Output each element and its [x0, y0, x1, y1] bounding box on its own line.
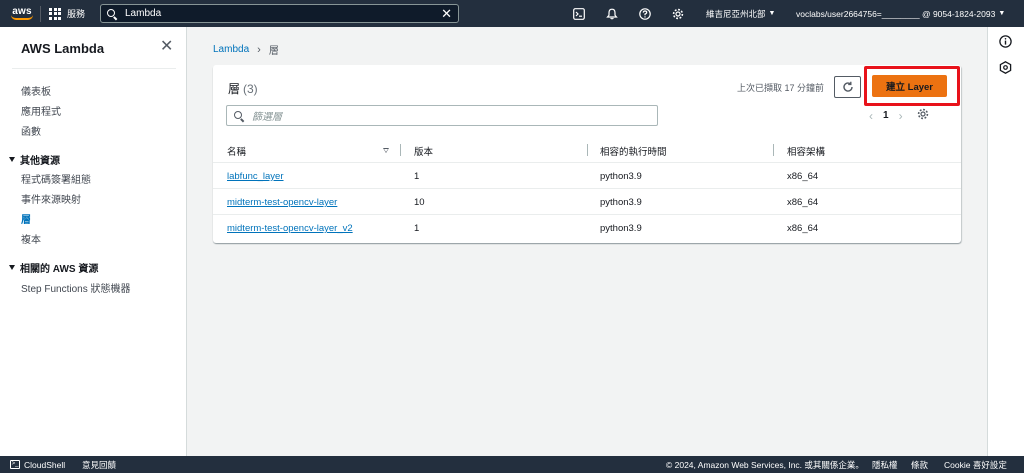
sort-descending-icon[interactable]: [383, 148, 389, 153]
layer-runtime: python3.9: [600, 171, 642, 182]
panel-count: (3): [243, 82, 258, 96]
sidebar-item-dashboard[interactable]: 儀表板: [21, 83, 51, 98]
breadcrumb-current: 層: [268, 46, 279, 57]
layer-version: 1: [414, 171, 420, 182]
sidebar-title[interactable]: AWS Lambda: [21, 41, 104, 56]
help-icon[interactable]: [634, 0, 656, 27]
column-header-version[interactable]: 版本: [414, 144, 433, 158]
hexagon-settings-icon[interactable]: [999, 61, 1012, 74]
chevron-left-icon[interactable]: ‹: [869, 109, 873, 123]
layer-architecture: x86_64: [787, 223, 819, 234]
layer-architecture: x86_64: [787, 171, 819, 182]
info-icon[interactable]: [999, 35, 1012, 48]
sidebar-divider: [12, 68, 176, 69]
logo-smile-icon: [11, 15, 33, 20]
filter-layers-input[interactable]: 篩選層: [226, 105, 658, 126]
layer-name-link[interactable]: labfunc_layer: [227, 171, 284, 182]
sidebar-item-applications[interactable]: 應用程式: [21, 103, 61, 118]
caret-down-icon: [9, 265, 15, 270]
search-value[interactable]: Lambda: [125, 8, 441, 19]
aws-logo[interactable]: aws: [0, 0, 40, 27]
gear-icon[interactable]: [917, 108, 929, 123]
sidebar-item-event-source-mappings[interactable]: 事件來源映射: [21, 191, 81, 206]
breadcrumb-lambda-link[interactable]: Lambda: [213, 44, 249, 55]
table-row: midterm-test-opencv-layer 10 python3.9 x…: [213, 189, 961, 215]
terms-link[interactable]: 條款: [911, 456, 928, 473]
account-label: voclabs/user2664756=________ @ 9054-1824…: [796, 8, 996, 19]
create-layer-button[interactable]: 建立 Layer: [872, 75, 947, 97]
cloudshell-label: CloudShell: [24, 459, 66, 470]
last-fetched-text: 上次已擷取 17 分鐘前: [737, 83, 825, 93]
panel-title-text: 層: [228, 82, 241, 96]
layer-architecture: x86_64: [787, 197, 819, 208]
copyright-text: © 2024, Amazon Web Services, Inc. 或其關係企業…: [666, 459, 864, 470]
region-label: 維吉尼亞州北部: [706, 8, 766, 19]
caret-down-icon: ▼: [768, 10, 776, 17]
sidebar-item-layers[interactable]: 層: [21, 211, 31, 226]
sidebar-item-replicas[interactable]: 複本: [21, 231, 41, 246]
section-label: 其他資源: [20, 156, 60, 167]
panel-title: 層 (3): [228, 80, 258, 97]
refresh-button[interactable]: [834, 76, 861, 98]
column-header-name[interactable]: 名稱: [227, 144, 246, 158]
sidebar: AWS Lambda ✕ 儀表板 應用程式 函數 其他資源 程式碼簽署組態 事件…: [0, 27, 187, 456]
layer-runtime: python3.9: [600, 197, 642, 208]
cloudshell-icon[interactable]: [568, 0, 590, 27]
privacy-link[interactable]: 隱私權: [872, 456, 898, 473]
pagination: ‹ 1 ›: [869, 108, 929, 123]
column-divider: [773, 144, 774, 156]
breadcrumb: Lambda › 層: [213, 42, 279, 58]
sidebar-section-other-resources[interactable]: 其他資源: [9, 152, 60, 167]
search-icon: [107, 8, 117, 19]
layer-version: 1: [414, 223, 420, 234]
top-navigation: aws 服務 Lambda ✕ 維吉尼亞州北部 ▼ voclabs/user26…: [0, 0, 1024, 27]
feedback-link[interactable]: 意見回饋: [82, 456, 116, 473]
layer-name-link[interactable]: midterm-test-opencv-layer_v2: [227, 223, 353, 234]
page-number[interactable]: 1: [883, 110, 889, 121]
column-divider: [400, 144, 401, 156]
gear-icon[interactable]: [667, 0, 689, 27]
table-header: 名稱 版本 相容的執行時間 相容架構: [213, 137, 961, 163]
layer-name-link[interactable]: midterm-test-opencv-layer: [227, 197, 337, 208]
sidebar-item-functions[interactable]: 函數: [21, 123, 41, 138]
column-header-runtime[interactable]: 相容的執行時間: [600, 144, 667, 158]
refresh-icon: [842, 81, 853, 92]
right-utility-rail: [987, 27, 1024, 456]
table-row: midterm-test-opencv-layer_v2 1 python3.9…: [213, 215, 961, 241]
bell-icon[interactable]: [601, 0, 623, 27]
cloudshell-icon: >_: [10, 460, 20, 469]
section-label: 相關的 AWS 資源: [20, 264, 99, 275]
caret-down-icon: [9, 157, 15, 162]
layer-runtime: python3.9: [600, 223, 642, 234]
services-label: 服務: [67, 9, 86, 19]
search-icon: [234, 110, 244, 121]
layers-table: 名稱 版本 相容的執行時間 相容架構 labfunc_layer 1 pytho…: [213, 137, 961, 241]
cloudshell-button[interactable]: >_ CloudShell: [10, 456, 65, 473]
column-divider: [587, 144, 588, 156]
table-row: labfunc_layer 1 python3.9 x86_64: [213, 163, 961, 189]
filter-placeholder: 篩選層: [252, 112, 282, 123]
clear-search-icon[interactable]: ✕: [441, 7, 452, 20]
services-menu-button[interactable]: 服務: [41, 0, 93, 27]
layers-panel: 層 (3) 上次已擷取 17 分鐘前 建立 Layer 篩選層 ‹ 1 › 名稱 …: [213, 65, 961, 243]
region-selector[interactable]: 維吉尼亞州北部 ▼: [706, 0, 775, 27]
grid-icon: [49, 7, 61, 20]
column-header-architecture[interactable]: 相容架構: [787, 144, 825, 158]
cookie-preferences-link[interactable]: Cookie 喜好設定: [944, 456, 1007, 473]
global-search-input[interactable]: Lambda ✕: [100, 4, 459, 23]
caret-down-icon: ▼: [998, 10, 1006, 17]
account-menu[interactable]: voclabs/user2664756=________ @ 9054-1824…: [796, 0, 1005, 27]
sidebar-section-related-aws-resources[interactable]: 相關的 AWS 資源: [9, 260, 98, 275]
chevron-right-icon: ›: [257, 43, 261, 56]
sidebar-item-code-signing[interactable]: 程式碼簽署組態: [21, 171, 91, 186]
chevron-right-icon[interactable]: ›: [899, 109, 903, 123]
layer-version: 10: [414, 197, 425, 208]
sidebar-item-step-functions[interactable]: Step Functions 狀態機器: [21, 280, 130, 295]
close-icon[interactable]: ✕: [160, 39, 173, 55]
footer: >_ CloudShell 意見回饋 © 2024, Amazon Web Se…: [0, 456, 1024, 473]
